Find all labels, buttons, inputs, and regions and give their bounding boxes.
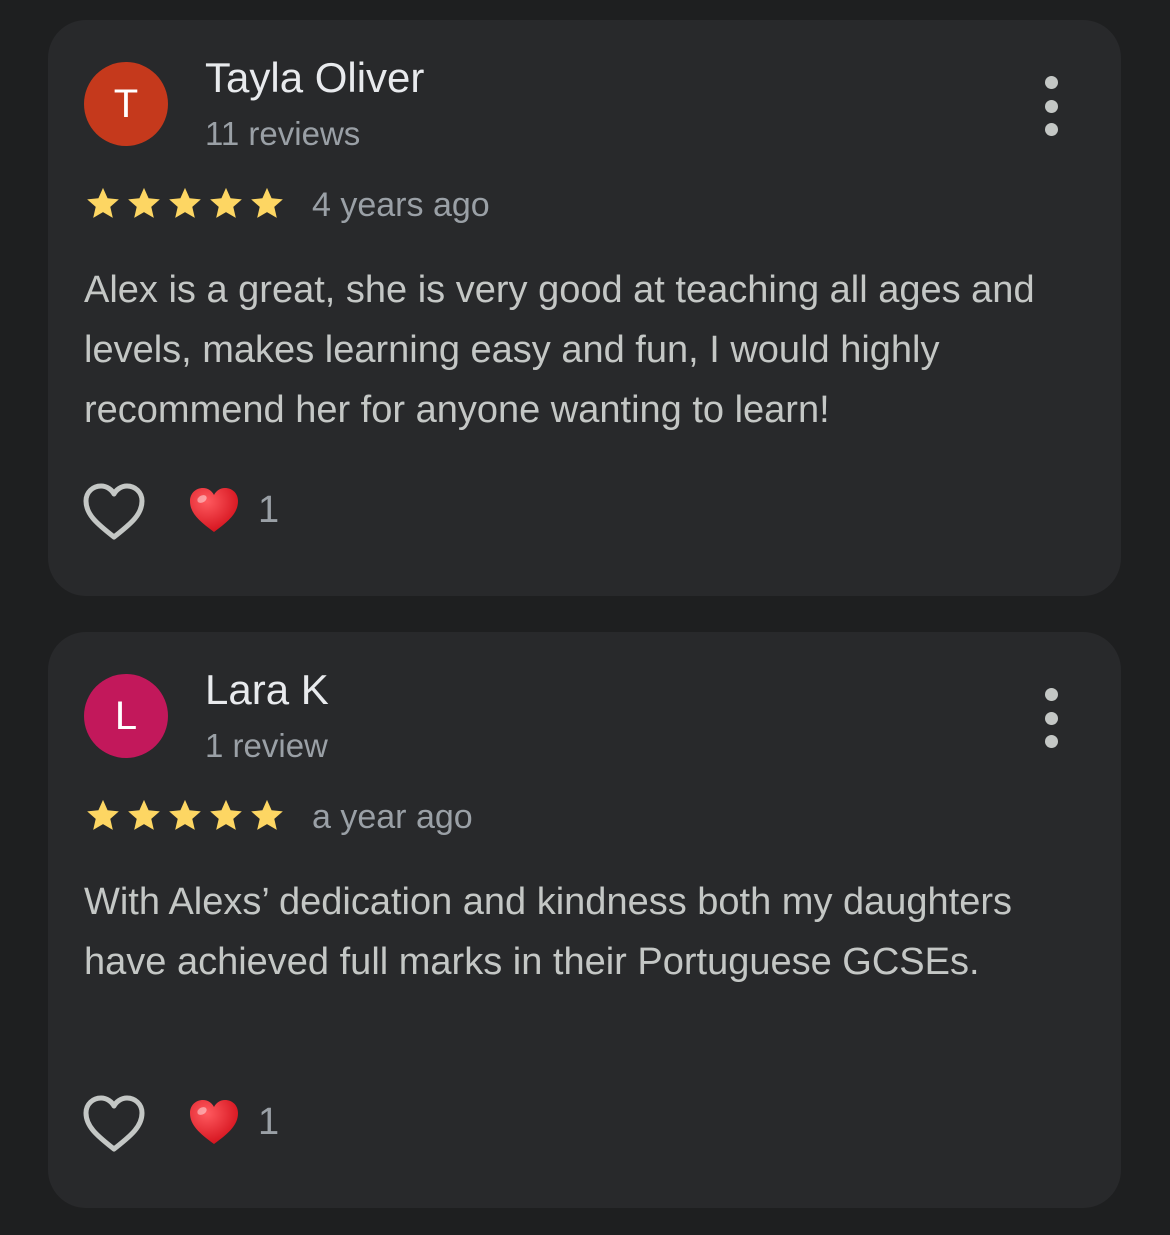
- star-icon: [128, 799, 160, 830]
- reaction-count: 1: [258, 1101, 280, 1143]
- heart-outline-icon: [83, 483, 145, 540]
- reaction-summary[interactable]: 1: [188, 486, 279, 534]
- more-options-button[interactable]: [1029, 688, 1073, 748]
- more-options-icon: [1044, 688, 1058, 701]
- more-options-dot: [1044, 99, 1058, 113]
- review-text: With Alexs’ dedication and kindness both…: [84, 881, 1013, 983]
- star-rating: [84, 797, 286, 835]
- avatar-initial: T: [113, 81, 139, 126]
- review-time: a year ago: [312, 798, 473, 836]
- star-icon: [251, 187, 283, 218]
- like-button[interactable]: [82, 1094, 146, 1154]
- more-options-dot: [1044, 123, 1058, 136]
- avatar[interactable]: L: [84, 674, 168, 758]
- star-icon: [128, 187, 160, 218]
- star-rating: [84, 185, 286, 223]
- like-button[interactable]: [82, 482, 146, 542]
- author-name[interactable]: Lara K: [205, 666, 329, 714]
- star-icon: [169, 187, 201, 218]
- reaction-summary[interactable]: 1: [188, 1098, 279, 1146]
- star-icon: [87, 187, 119, 218]
- more-options-dot: [1044, 711, 1058, 725]
- more-options-button[interactable]: [1029, 76, 1073, 136]
- avatar[interactable]: T: [84, 62, 168, 146]
- avatar-initial: L: [114, 693, 138, 738]
- review-time: 4 years ago: [312, 186, 490, 224]
- star-icon: [251, 799, 283, 830]
- author-name[interactable]: Tayla Oliver: [205, 54, 424, 102]
- star-icon: [210, 799, 242, 830]
- review-card: T Tayla Oliver 11 reviews 4 years ago Al…: [48, 20, 1121, 596]
- heart-outline-icon: [83, 1095, 145, 1152]
- red-heart-icon: [188, 1098, 240, 1146]
- reaction-count: 1: [258, 489, 280, 531]
- review-count[interactable]: 11 reviews: [205, 115, 360, 153]
- more-options-dot: [1044, 735, 1058, 748]
- star-icon: [87, 799, 119, 830]
- star-icon: [169, 799, 201, 830]
- review-card: L Lara K 1 review a year ago With Alexs’…: [48, 632, 1121, 1208]
- review-count[interactable]: 1 review: [205, 727, 328, 765]
- star-icon: [210, 187, 242, 218]
- red-heart-icon: [188, 486, 240, 534]
- review-text: Alex is a great, she is very good at tea…: [84, 269, 1035, 431]
- more-options-icon: [1044, 76, 1058, 89]
